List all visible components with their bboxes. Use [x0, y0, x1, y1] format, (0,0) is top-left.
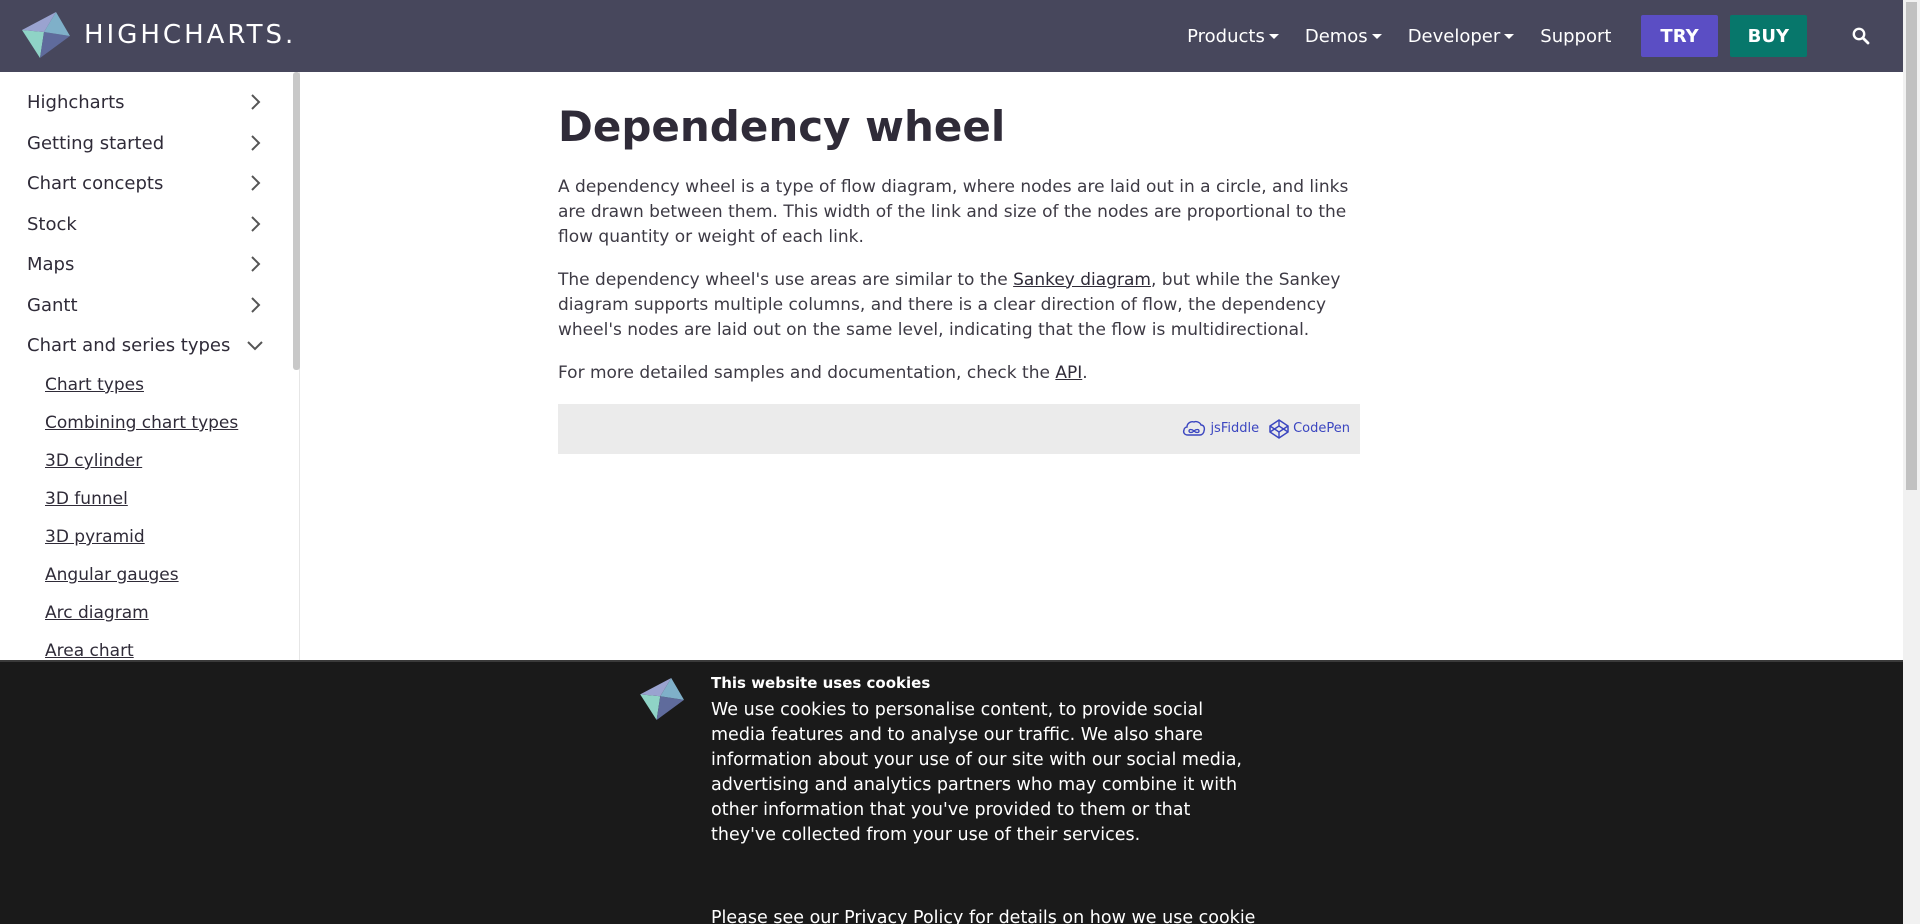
- sidebar-item-label: Stock: [27, 213, 77, 235]
- try-button[interactable]: TRY: [1641, 15, 1718, 57]
- chevron-right-icon: [243, 293, 267, 317]
- sidebar-link-area-chart[interactable]: Area chart: [45, 641, 134, 661]
- buy-button[interactable]: BUY: [1729, 15, 1807, 57]
- sidebar-item-label: Maps: [27, 253, 75, 275]
- chevron-down-icon: [243, 333, 267, 357]
- nav-developer[interactable]: Developer: [1408, 26, 1515, 47]
- nav-demos-label: Demos: [1304, 25, 1368, 47]
- p3-text-after: .: [1082, 362, 1088, 383]
- nav-products-label: Products: [1187, 25, 1265, 47]
- nav-products[interactable]: Products: [1187, 26, 1279, 47]
- jsfiddle-icon: [1183, 420, 1206, 436]
- caret-down-icon: [1371, 33, 1382, 39]
- cookie-title: This website uses cookies: [711, 674, 931, 692]
- sidebar-item-getting-started[interactable]: Getting started: [27, 128, 267, 158]
- caret-down-icon: [1504, 33, 1515, 39]
- chevron-right-icon: [243, 131, 267, 155]
- intro-paragraph: A dependency wheel is a type of flow dia…: [558, 176, 1349, 247]
- main-content: Dependency wheel A dependency wheel is a…: [558, 100, 1360, 454]
- cookie-banner: This website uses cookies We use cookies…: [0, 660, 1903, 924]
- sidebar-link-arc-diagram[interactable]: Arc diagram: [45, 603, 149, 623]
- search-icon: [1852, 27, 1870, 45]
- sidebar-scrollbar[interactable]: [293, 72, 300, 370]
- cookie-policy-text: Please see our Privacy Policy for detail…: [711, 908, 1256, 924]
- sidebar-link-3d-pyramid[interactable]: 3D pyramid: [45, 527, 145, 547]
- sidebar-item-label: Gantt: [27, 294, 78, 316]
- comparison-paragraph: The dependency wheel's use areas are sim…: [558, 268, 1360, 343]
- sidebar-link-combining-chart-types[interactable]: Combining chart types: [45, 413, 238, 433]
- chevron-right-icon: [243, 212, 267, 236]
- nav-demos[interactable]: Demos: [1305, 26, 1382, 47]
- nav-menu: Products Demos Developer Support TRY BUY: [1187, 0, 1903, 72]
- brand-name: HIGHCHARTS.: [84, 20, 297, 50]
- sidebar-item-chart-concepts[interactable]: Chart concepts: [27, 168, 267, 198]
- sidebar-item-maps[interactable]: Maps: [27, 249, 267, 279]
- chevron-right-icon: [243, 171, 267, 195]
- sidebar-item-stock[interactable]: Stock: [27, 209, 267, 239]
- sankey-diagram-link[interactable]: Sankey diagram: [1013, 270, 1151, 290]
- codepen-icon: [1269, 418, 1289, 439]
- nav-developer-label: Developer: [1407, 25, 1501, 47]
- sidebar-item-chart-and-series-types[interactable]: Chart and series types: [27, 330, 267, 360]
- nav-support-label: Support: [1540, 25, 1612, 47]
- sidebar-item-label: Highcharts: [27, 91, 125, 113]
- sidebar-item-label: Getting started: [27, 132, 165, 154]
- api-paragraph: For more detailed samples and documentat…: [558, 361, 1360, 386]
- sidebar-link-3d-cylinder[interactable]: 3D cylinder: [45, 451, 142, 471]
- highcharts-logo[interactable]: HIGHCHARTS.: [22, 12, 296, 58]
- page-scrollbar[interactable]: [1903, 0, 1920, 924]
- api-link[interactable]: API: [1055, 363, 1082, 383]
- sidebar-item-label: Chart concepts: [27, 172, 164, 194]
- jsfiddle-label: jsFiddle: [1210, 421, 1260, 437]
- codepen-label: CodePen: [1293, 421, 1350, 437]
- sidebar-item-label: Chart and series types: [27, 334, 231, 356]
- sidebar-item-gantt[interactable]: Gantt: [27, 290, 267, 320]
- p3-text-before: For more detailed samples and documentat…: [558, 362, 1056, 383]
- chevron-right-icon: [243, 252, 267, 276]
- p2-text-before: The dependency wheel's use areas are sim…: [558, 269, 1014, 290]
- search-button[interactable]: [1841, 16, 1881, 56]
- nav-support[interactable]: Support: [1540, 26, 1611, 47]
- cookiebot-logo: [640, 678, 686, 724]
- chevron-right-icon: [243, 90, 267, 114]
- cookie-body: We use cookies to personalise content, t…: [711, 700, 1242, 845]
- page-title: Dependency wheel: [558, 102, 1006, 151]
- highcharts-logo-icon: [22, 12, 70, 58]
- sidebar-link-3d-funnel[interactable]: 3D funnel: [45, 489, 128, 509]
- top-navbar: HIGHCHARTS. Products Demos Developer Sup…: [0, 0, 1903, 72]
- codepen-link[interactable]: CodePen: [1269, 418, 1350, 439]
- highcharts-logo-icon: [640, 678, 684, 720]
- sidebar-item-highcharts[interactable]: Highcharts: [27, 87, 267, 117]
- page-scrollbar-thumb[interactable]: [1906, 2, 1917, 490]
- caret-down-icon: [1268, 33, 1279, 39]
- jsfiddle-link[interactable]: jsFiddle: [1182, 420, 1259, 438]
- demo-toolbar: jsFiddle CodePen: [558, 403, 1360, 454]
- sidebar-link-angular-gauges[interactable]: Angular gauges: [45, 565, 179, 585]
- sidebar-link-chart-types[interactable]: Chart types: [45, 375, 144, 395]
